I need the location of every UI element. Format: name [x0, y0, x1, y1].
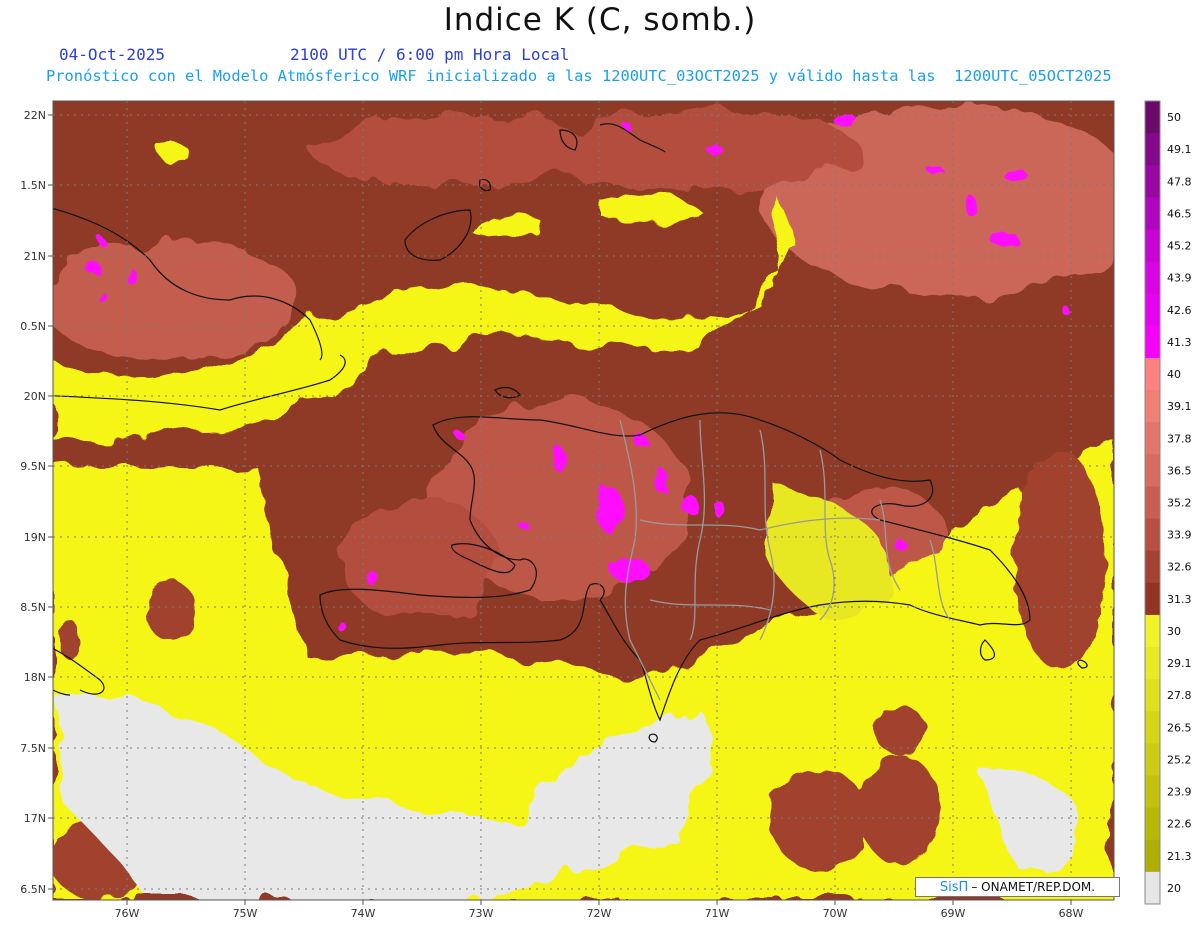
colorbar-label: 20: [1167, 882, 1181, 895]
colorbar-label: 36.5: [1167, 464, 1192, 477]
lon-label: 74W: [351, 907, 376, 920]
lon-label: 71W: [705, 907, 730, 920]
lat-label: 0.5N: [20, 320, 46, 333]
latitude-axis: 22N 1.5N 21N 0.5N 20N 9.5N 19N 8.5N 18N 7.5N 17N 6.…: [20, 109, 53, 896]
colorbar-segment: [1145, 582, 1160, 616]
lat-label: 20N: [24, 390, 46, 403]
lat-label: 19N: [24, 531, 46, 544]
lon-label: 73W: [469, 907, 494, 920]
colorbar-segment: [1145, 679, 1160, 712]
lat-label: 17N: [24, 812, 46, 825]
lat-label: 21N: [24, 250, 46, 263]
colorbar-segment: [1145, 711, 1160, 744]
lat-label: 9.5N: [20, 460, 46, 473]
colorbar-label: 41.3: [1167, 336, 1192, 349]
lon-label: 68W: [1059, 907, 1084, 920]
colorbar-label: 45.2: [1167, 240, 1192, 253]
colorbar-segment: [1145, 775, 1160, 809]
colorbar-label: 26.5: [1167, 721, 1192, 734]
lat-label: 1.5N: [20, 179, 46, 192]
colorbar-segment: [1145, 550, 1160, 584]
colorbar-segment: [1145, 133, 1160, 166]
lat-label: 8.5N: [20, 601, 46, 614]
colorbar-segment: [1145, 325, 1160, 359]
colorbar-segment: [1145, 197, 1160, 230]
colorbar-segment: [1145, 614, 1160, 648]
colorbar-label: 43.9: [1167, 272, 1192, 285]
colorbar-label: 27.8: [1167, 689, 1192, 702]
colorbar-segment: [1145, 261, 1160, 295]
lat-label: 22N: [24, 109, 46, 122]
colorbar-label: 37.8: [1167, 432, 1192, 445]
colorbar-segment: [1145, 807, 1160, 841]
colorbar-label: 39.1: [1167, 400, 1192, 413]
credit-box: SisΠ – ONAMET/REP.DOM.: [915, 877, 1120, 897]
colorbar-label: 25.2: [1167, 754, 1192, 767]
colorbar-label: 32.6: [1167, 561, 1192, 574]
colorbar-label: 21.3: [1167, 850, 1192, 863]
colorbar-segment: [1145, 101, 1160, 134]
colorbar-label: 33.9: [1167, 529, 1192, 542]
colorbar-segment: [1145, 390, 1160, 423]
longitude-axis: 76W 75W 74W 73W 72W 71W 70W 69W 68W: [115, 900, 1084, 920]
lat-label: 6.5N: [20, 883, 46, 896]
colorbar-segment: [1145, 647, 1160, 680]
colorbar-segment: [1145, 454, 1160, 487]
colorbar-segment: [1145, 871, 1160, 905]
credit-text: – ONAMET/REP.DOM.: [971, 880, 1096, 894]
colorbar-segment: [1145, 357, 1160, 391]
lon-label: 72W: [587, 907, 612, 920]
colorbar-label: 47.8: [1167, 175, 1192, 188]
weather-map: 76W 75W 74W 73W 72W 71W 70W 69W 68W 22N 1.5N 21N 0.…: [20, 100, 1192, 920]
colorbar-segment: [1145, 422, 1160, 455]
colorbar-segment: [1145, 839, 1160, 873]
lat-label: 18N: [24, 671, 46, 684]
colorbar-label: 30: [1167, 625, 1181, 638]
colorbar-segment: [1145, 743, 1160, 777]
colorbar-segment: [1145, 165, 1160, 198]
colorbar-label: 23.9: [1167, 786, 1192, 799]
lon-label: 69W: [941, 907, 966, 920]
colorbar-label: 40: [1167, 368, 1181, 381]
colorbar: 50 49.1 47.8 46.5 45.2 43.9 42.6 41.3 40 39.1 37.8…: [1144, 100, 1192, 905]
colorbar-label: 35.2: [1167, 497, 1192, 510]
colorbar-label: 31.3: [1167, 593, 1192, 606]
lon-label: 75W: [233, 907, 258, 920]
colorbar-segment: [1145, 293, 1160, 327]
colorbar-label: 29.1: [1167, 657, 1192, 670]
colorbar-label: 42.6: [1167, 304, 1192, 317]
lon-label: 76W: [115, 907, 140, 920]
colorbar-segment: [1145, 486, 1160, 520]
colorbar-label: 22.6: [1167, 818, 1192, 831]
sis-brand: SisΠ: [939, 879, 969, 895]
colorbar-label: 46.5: [1167, 207, 1192, 220]
k-index-field: [53, 101, 1114, 900]
colorbar-label: 50: [1167, 111, 1181, 124]
lon-label: 70W: [823, 907, 848, 920]
colorbar-label: 49.1: [1167, 143, 1192, 156]
lat-label: 7.5N: [20, 742, 46, 755]
colorbar-segment: [1145, 229, 1160, 263]
colorbar-segment: [1145, 518, 1160, 552]
